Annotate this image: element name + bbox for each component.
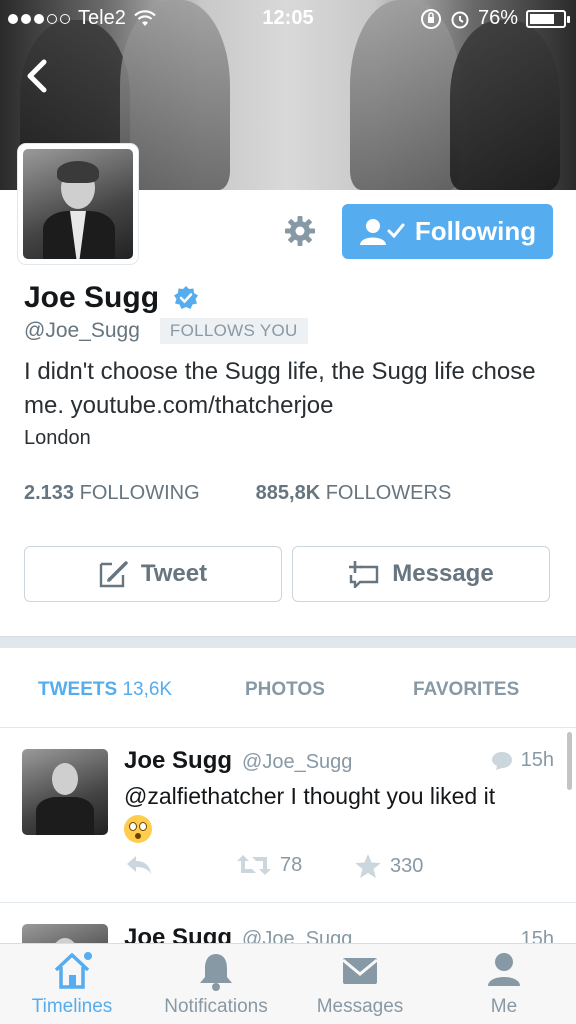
followers-count: 885,8K (255, 482, 321, 504)
banner-figure (450, 20, 560, 190)
tabbar-me[interactable]: Me (432, 950, 576, 1018)
tweet-text: @zalfiethatcher I thought you liked it (124, 781, 554, 843)
profile-bio: I didn't choose the Sugg life, the Sugg … (24, 358, 536, 419)
verified-badge-icon (174, 286, 199, 309)
tweet-time-value: 15h (520, 749, 554, 771)
tweet-item[interactable]: Joe Sugg @Joe_Sugg 15h (0, 904, 576, 944)
tweet-time: 15h (521, 928, 554, 944)
tweet-time-value: 15h (520, 928, 554, 944)
star-icon (355, 854, 381, 878)
follows-you-badge: FOLLOWS YOU (159, 318, 308, 344)
message-icon (349, 561, 379, 588)
user-check-icon (359, 218, 405, 245)
status-bar: Tele2 12:05 76% (0, 0, 576, 36)
tweet-time: 15h (491, 749, 554, 772)
alarm-icon (451, 11, 469, 28)
profile-tabs: TWEETS 13,6K PHOTOS FAVORITES (0, 648, 576, 728)
orientation-lock-icon (420, 8, 441, 29)
message-button-label: Message (392, 560, 494, 587)
tabbar-notifications[interactable]: Notifications (144, 950, 288, 1018)
retweet-button[interactable]: 78 (236, 853, 302, 877)
following-stat[interactable]: 2.133 FOLLOWING (24, 482, 200, 505)
profile-stats: 2.133 FOLLOWING 885,8K FOLLOWERS (24, 482, 451, 505)
retweet-count: 78 (280, 853, 303, 876)
tabbar-me-label: Me (490, 996, 518, 1017)
favorite-button[interactable]: 330 (354, 853, 423, 879)
tweet-actions: 78 330 (124, 853, 544, 883)
profile-name: Joe Sugg (24, 281, 160, 314)
status-right: 76% (420, 7, 570, 30)
following-count: 2.133 (24, 482, 75, 504)
profile-avatar[interactable] (18, 144, 138, 264)
tabbar-notifications-label: Notifications (164, 996, 268, 1017)
scrollbar[interactable] (567, 732, 572, 790)
followers-stat-label: FOLLOWERS (325, 482, 452, 504)
tabbar-messages[interactable]: Messages (288, 950, 432, 1018)
section-divider (0, 636, 576, 648)
handle-row: @Joe_Sugg FOLLOWS YOU (24, 318, 308, 344)
reply-icon (127, 856, 151, 874)
tab-tweets-label: TWEETS (38, 679, 118, 700)
tabbar-timelines[interactable]: Timelines (0, 950, 144, 1018)
tweet-author-name: Joe Sugg (124, 747, 233, 774)
tweet-button[interactable]: Tweet (24, 546, 282, 602)
tab-favorites[interactable]: FAVORITES (413, 679, 519, 701)
reply-button[interactable] (124, 853, 154, 877)
following-button[interactable]: Following (342, 204, 553, 259)
bottom-tab-bar: Timelines Notifications Messages Me (0, 943, 576, 1024)
profile-handle: @Joe_Sugg (24, 319, 140, 342)
tweet-item[interactable]: Joe Sugg @Joe_Sugg 15h @zalfiethatcher I… (0, 729, 576, 903)
followers-stat[interactable]: 885,8K FOLLOWERS (256, 482, 452, 505)
back-chevron-icon[interactable] (22, 56, 52, 96)
envelope-icon (342, 958, 378, 984)
tweet-author-name: Joe Sugg (124, 924, 233, 944)
gear-icon[interactable] (283, 214, 317, 248)
tweet-text-content: @zalfiethatcher I thought you liked it (124, 783, 496, 809)
compose-icon (99, 561, 128, 588)
tabbar-timelines-label: Timelines (31, 996, 113, 1017)
tweet-avatar[interactable] (22, 924, 108, 944)
tweet-header: Joe Sugg @Joe_Sugg (124, 924, 352, 944)
tabbar-messages-label: Messages (316, 996, 404, 1017)
tab-photos[interactable]: PHOTOS (245, 679, 325, 701)
conversation-icon (491, 751, 512, 770)
profile-location: London (24, 427, 91, 449)
tweet-author-handle: @Joe_Sugg (242, 928, 353, 944)
bell-icon (200, 954, 232, 991)
profile-name-row: Joe Sugg (24, 281, 199, 315)
tweet-header: Joe Sugg @Joe_Sugg (124, 747, 352, 775)
tweet-avatar[interactable] (22, 749, 108, 835)
tweet-author-handle: @Joe_Sugg (242, 751, 353, 773)
battery-percent: 76% (477, 7, 518, 29)
person-icon (488, 953, 520, 986)
following-stat-label: FOLLOWING (79, 482, 200, 504)
tab-tweets[interactable]: TWEETS 13,6K (38, 679, 172, 701)
following-label: Following (414, 216, 537, 246)
avatar-image (23, 149, 133, 259)
retweet-icon (237, 855, 271, 875)
battery-icon (526, 9, 570, 28)
flushed-emoji-icon (124, 814, 152, 843)
tweet-button-label: Tweet (140, 560, 208, 587)
favorite-count: 330 (390, 854, 424, 877)
message-button[interactable]: Message (292, 546, 550, 602)
home-icon (54, 952, 92, 989)
tab-tweets-count: 13,6K (122, 679, 173, 700)
